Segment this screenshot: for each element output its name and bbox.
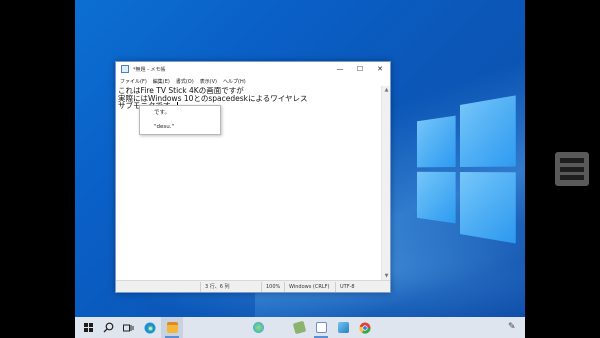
app-icon[interactable] [247,317,269,338]
menu-file[interactable]: ファイル(F) [120,78,147,85]
notepad-icon-2[interactable] [310,317,332,338]
menu-edit[interactable]: 編集(E) [153,78,170,85]
menu-bar: ファイル(F) 編集(E) 書式(O) 表示(V) ヘルプ(H) [116,76,390,86]
scroll-up-icon[interactable]: ▲ [382,86,391,94]
status-encoding: UTF-8 [340,283,355,290]
ime-candidate-popup[interactable]: です。 "desu." [139,105,221,135]
pen-icon[interactable]: ✎ [508,322,516,332]
minimize-button[interactable]: — [330,62,350,76]
title-bar[interactable]: *無題 - メモ帳 — ☐ ✕ [116,62,390,76]
maximize-button[interactable]: ☐ [350,62,370,76]
task-view-icon[interactable] [117,317,139,338]
file-explorer-icon[interactable] [161,317,183,338]
status-position: 3 行、6 列 [205,284,230,290]
scroll-down-icon[interactable]: ▼ [382,272,391,280]
letterbox-left [0,0,75,338]
vertical-scrollbar[interactable]: ▲ ▼ [381,86,390,280]
app-icon-2[interactable] [332,317,354,338]
ime-candidate[interactable]: です。 [140,106,220,120]
menu-help[interactable]: ヘルプ(H) [223,78,246,85]
edge-icon[interactable] [139,317,161,338]
menu-view[interactable]: 表示(V) [200,78,217,85]
chrome-icon[interactable] [354,317,376,338]
windows-logo-wallpaper [416,95,516,244]
close-button[interactable]: ✕ [370,62,390,76]
search-icon[interactable] [97,317,119,338]
taskbar [75,317,525,338]
menu-format[interactable]: 書式(O) [176,78,194,85]
notepad-icon[interactable] [288,317,310,338]
windows-start-icon[interactable] [77,317,99,338]
ime-candidate[interactable]: "desu." [140,120,220,134]
status-line-ending: Windows (CRLF) [289,283,330,290]
status-bar: 3 行、6 列 100% Windows (CRLF) UTF-8 [116,280,390,292]
menu-icon[interactable] [555,152,589,186]
notepad-window[interactable]: *無題 - メモ帳 — ☐ ✕ ファイル(F) 編集(E) 書式(O) 表示(V… [115,61,391,293]
notepad-icon [121,65,129,73]
status-zoom: 100% [266,283,281,290]
window-title: *無題 - メモ帳 [133,66,166,73]
